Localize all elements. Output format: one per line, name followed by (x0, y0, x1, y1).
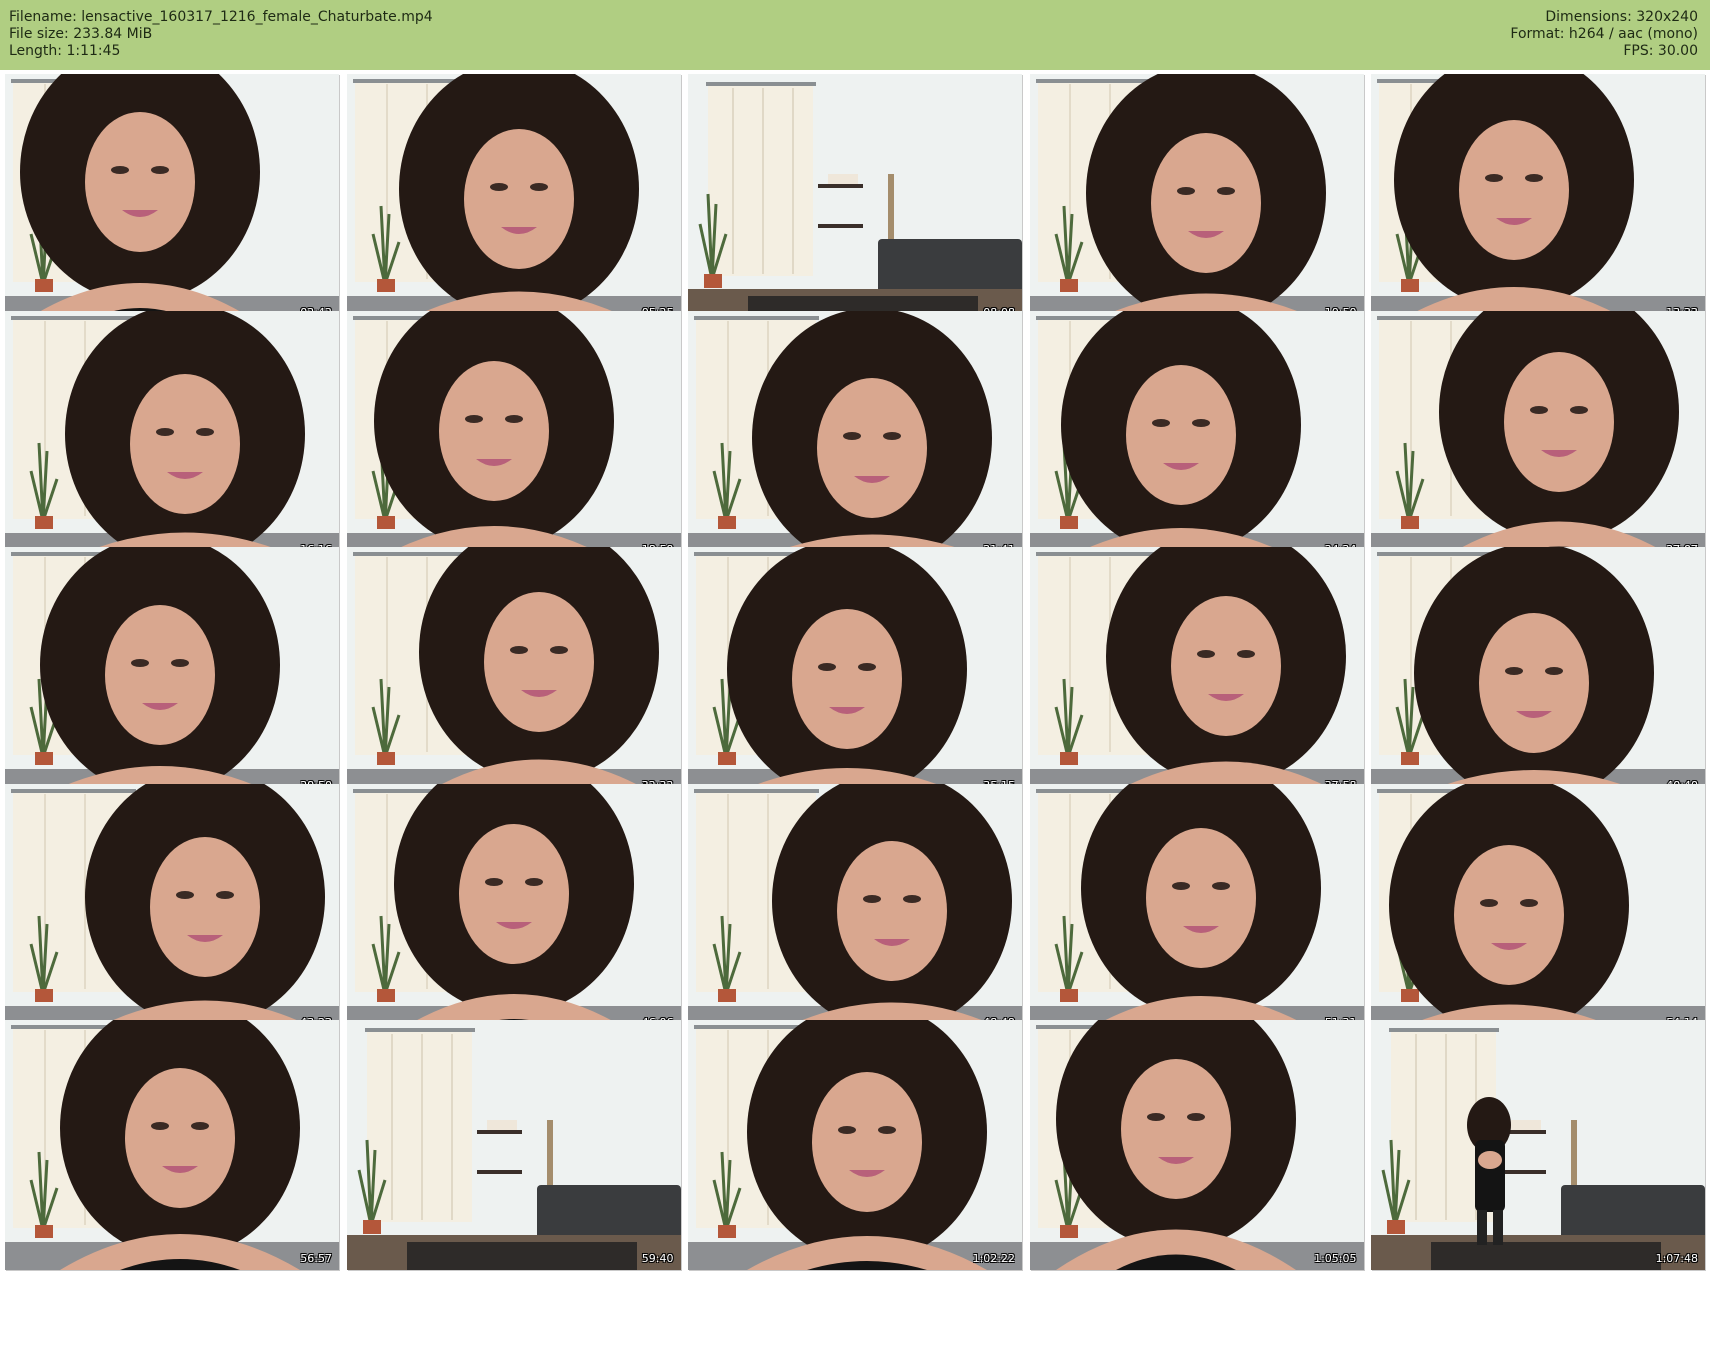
video-thumbnail: 24:24 (1029, 310, 1364, 561)
video-thumbnail: 1:02:22 (688, 1020, 1022, 1270)
file-info: Filename: lensactive_160317_1216_female_… (9, 9, 433, 60)
thumbnail-frame-image (688, 74, 1022, 324)
video-thumbnail: 02:42 (5, 74, 339, 324)
video-thumbnail: 32:32 (346, 547, 681, 797)
dimensions-label: Dimensions: 320x240 (1545, 9, 1698, 25)
filesize-label: File size: 233.84 MiB (9, 26, 153, 42)
thumbnail-frame-image (5, 547, 339, 797)
video-thumbnail: 40:40 (1371, 547, 1705, 797)
video-thumbnail: 48:49 (688, 783, 1022, 1034)
video-thumbnail: 21:41 (688, 310, 1022, 561)
thumbnail-frame-image (1371, 74, 1705, 324)
info-header: Filename: lensactive_160317_1216_female_… (0, 0, 1710, 70)
video-thumbnail: 27:07 (1371, 310, 1705, 561)
thumbnail-frame-image (688, 547, 1022, 797)
length-label: Length: 1:11:45 (9, 43, 121, 59)
thumbnail-frame-image (1029, 74, 1364, 324)
video-thumbnail: 35:15 (688, 547, 1022, 797)
video-thumbnail: 10:50 (1029, 74, 1364, 324)
media-info: Dimensions: 320x240 Format: h264 / aac (… (1510, 9, 1698, 60)
video-thumbnail: 51:31 (1029, 783, 1364, 1034)
fps-label: FPS: 30.00 (1623, 43, 1698, 59)
video-thumbnail: 46:06 (346, 783, 681, 1034)
thumbnail-frame-image (688, 310, 1022, 561)
video-thumbnail: 13:33 (1371, 74, 1705, 324)
thumbnail-frame-image (346, 547, 681, 797)
timestamp-label: 56:57 (300, 1252, 332, 1265)
video-thumbnail: 29:50 (5, 547, 339, 797)
thumbnail-frame-image (346, 74, 681, 324)
video-thumbnail: 37:58 (1029, 547, 1364, 797)
thumbnail-frame-image (5, 74, 339, 324)
video-thumbnail: 1:07:48 (1371, 1020, 1705, 1270)
video-thumbnail: 56:57 (5, 1020, 339, 1270)
video-thumbnail: 1:05:05 (1029, 1020, 1364, 1270)
timestamp-label: 59:40 (641, 1252, 674, 1265)
video-thumbnail: 59:40 (346, 1020, 681, 1270)
thumbnail-frame-image (5, 310, 339, 561)
thumbnail-frame-image (346, 310, 681, 561)
thumbnail-frame-image (1029, 310, 1364, 561)
thumbnail-frame-image (5, 783, 339, 1034)
thumbnail-frame-image (1029, 783, 1364, 1034)
video-thumbnail: 18:59 (346, 310, 681, 561)
thumbnail-frame-image (346, 783, 681, 1034)
thumbnail-frame-image (1371, 547, 1705, 797)
video-thumbnail: 08:08 (688, 74, 1022, 324)
thumbnail-frame-image (346, 1020, 681, 1270)
thumbnail-frame-image (5, 1020, 339, 1270)
video-thumbnail: 54:14 (1371, 783, 1705, 1034)
thumbnail-frame-image (688, 1020, 1022, 1270)
thumbnail-grid: 02:4205:2508:0810:5013:33 16:1618:5921:41… (0, 74, 1710, 1370)
video-thumbnail: 16:16 (5, 310, 339, 561)
thumbnail-frame-image (1371, 1020, 1705, 1270)
timestamp-label: 1:07:48 (1655, 1252, 1698, 1265)
filename-label: Filename: lensactive_160317_1216_female_… (9, 9, 433, 25)
timestamp-label: 1:02:22 (972, 1252, 1015, 1265)
video-thumbnail: 05:25 (346, 74, 681, 324)
thumbnail-frame-image (1371, 310, 1705, 561)
thumbnail-frame-image (1371, 783, 1705, 1034)
video-thumbnail: 43:23 (5, 783, 339, 1034)
timestamp-label: 1:05:05 (1314, 1252, 1357, 1265)
thumbnail-frame-image (1029, 1020, 1364, 1270)
thumbnail-frame-image (1029, 547, 1364, 797)
thumbnail-frame-image (688, 783, 1022, 1034)
format-label: Format: h264 / aac (mono) (1510, 26, 1698, 42)
